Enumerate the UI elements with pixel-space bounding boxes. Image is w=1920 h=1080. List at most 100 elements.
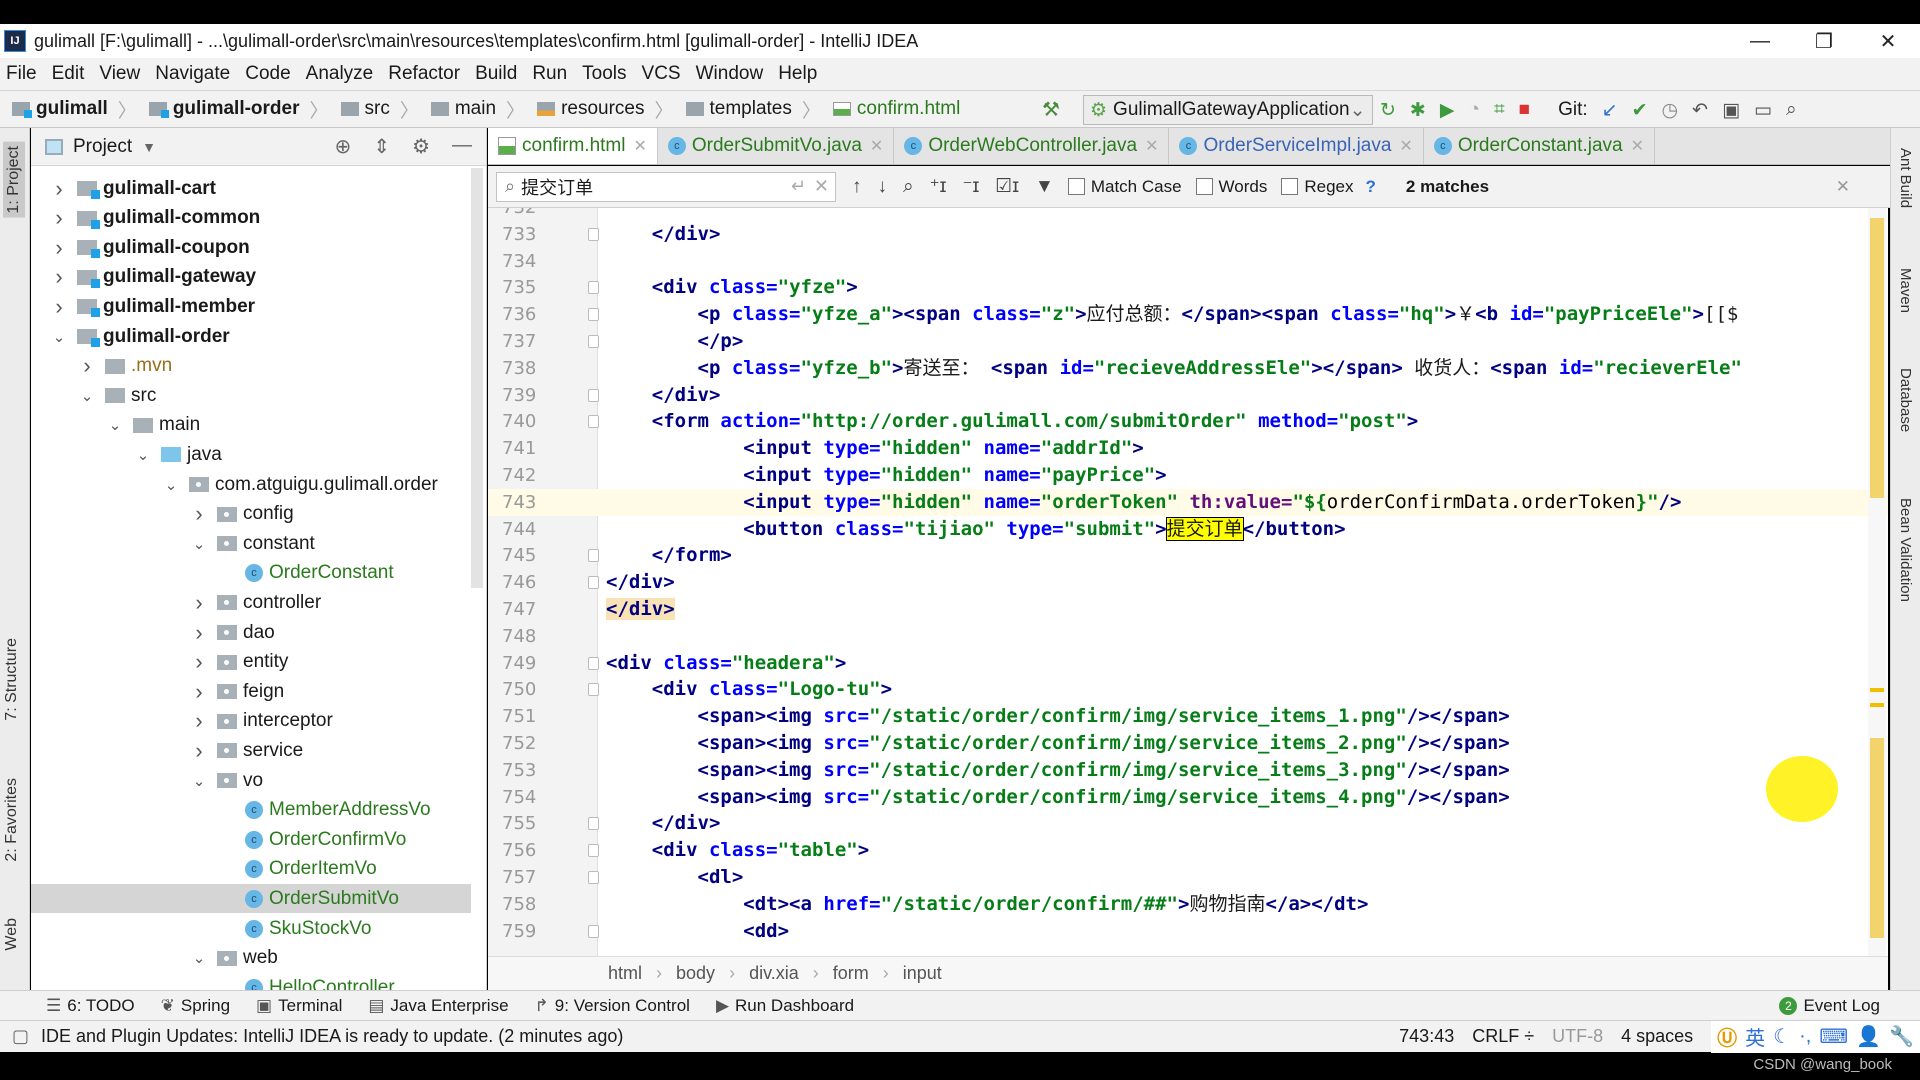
fold-marker-icon[interactable] bbox=[588, 871, 599, 884]
tree-item[interactable]: c OrderItemVo bbox=[31, 855, 377, 884]
favorites-tool-tab[interactable]: 2: Favorites bbox=[3, 778, 21, 862]
close-button[interactable]: ✕ bbox=[1856, 29, 1920, 54]
structure-tool-tab[interactable]: 7: Structure bbox=[3, 638, 21, 721]
fold-marker-icon[interactable] bbox=[588, 388, 599, 402]
chevron-down-icon[interactable]: ⌄ bbox=[161, 476, 181, 494]
ime-logo-icon[interactable]: Ⓤ bbox=[1717, 1022, 1737, 1051]
chevron-down-icon[interactable]: ⌄ bbox=[189, 949, 209, 967]
code-line[interactable]: 742 <input type="hidden" name="payPrice"… bbox=[488, 462, 1888, 489]
menu-edit[interactable]: Edit bbox=[52, 63, 85, 85]
menu-analyze[interactable]: Analyze bbox=[306, 63, 374, 85]
vcs-revert-icon[interactable]: ↶ bbox=[1692, 99, 1708, 122]
search-everywhere-icon[interactable]: ⌕ bbox=[1786, 99, 1797, 121]
code-line[interactable]: 755 </div> bbox=[488, 810, 1888, 837]
match-case-checkbox[interactable]: Match Case bbox=[1067, 177, 1182, 197]
ime-user-icon[interactable]: 👤 bbox=[1856, 1024, 1881, 1049]
debug-icon[interactable]: ✱ bbox=[1410, 99, 1426, 122]
tree-item[interactable]: ⌄ java bbox=[31, 440, 222, 469]
new-line-icon[interactable]: ↵ bbox=[791, 176, 806, 197]
code-line[interactable]: 754 <span><img src="/static/order/confir… bbox=[488, 784, 1888, 811]
tree-scrollbar[interactable] bbox=[471, 168, 483, 588]
editor-tab[interactable]: confirm.html ✕ bbox=[488, 128, 658, 164]
chevron-right-icon[interactable]: › bbox=[189, 708, 209, 734]
code-line[interactable]: 752 <span><img src="/static/order/confir… bbox=[488, 730, 1888, 757]
editor-crumb[interactable]: div.xia bbox=[749, 963, 799, 984]
line-separator[interactable]: CRLF ÷ bbox=[1472, 1026, 1534, 1047]
regex-checkbox[interactable]: Regex bbox=[1281, 177, 1354, 197]
close-find-icon[interactable]: ✕ bbox=[1836, 177, 1850, 197]
fold-marker-icon[interactable] bbox=[588, 576, 599, 590]
nav-crumb[interactable]: confirm.html bbox=[832, 98, 960, 120]
close-tab-icon[interactable]: ✕ bbox=[870, 136, 883, 156]
maven-tab[interactable]: Maven bbox=[1897, 268, 1914, 313]
tree-item[interactable]: c MemberAddressVo bbox=[31, 796, 431, 825]
chevron-down-icon[interactable]: ⌄ bbox=[77, 387, 97, 405]
nav-crumb[interactable]: src 〉 bbox=[340, 96, 419, 123]
indent-setting[interactable]: 4 spaces bbox=[1621, 1026, 1693, 1047]
tool-window-button[interactable]: ▶ Run Dashboard bbox=[716, 996, 854, 1016]
chevron-down-icon[interactable]: ⌄ bbox=[189, 772, 209, 790]
menu-window[interactable]: Window bbox=[696, 63, 764, 85]
database-tab[interactable]: Database bbox=[1897, 368, 1914, 432]
code-line[interactable]: 744 <button class="tijiao" type="submit"… bbox=[488, 516, 1888, 543]
code-editor[interactable]: 732733 </div>734735 <div class="yfze">73… bbox=[488, 208, 1888, 956]
restore-button[interactable]: ❐ bbox=[1792, 29, 1856, 54]
chevron-right-icon[interactable]: › bbox=[189, 738, 209, 764]
code-line[interactable]: 749 <div class="headera"> bbox=[488, 650, 1888, 677]
nav-crumb[interactable]: gulimall 〉 bbox=[12, 96, 137, 123]
editor-crumb[interactable]: input bbox=[903, 963, 942, 984]
build-hammer-icon[interactable]: ⚒ bbox=[1042, 97, 1060, 122]
chevron-down-icon[interactable]: ▼ bbox=[142, 139, 156, 155]
chevron-right-icon[interactable]: › bbox=[189, 620, 209, 646]
editor-tab[interactable]: c OrderConstant.java ✕ bbox=[1424, 128, 1655, 164]
project-panel-title[interactable]: Project bbox=[73, 136, 132, 158]
ant-build-tab[interactable]: Ant Build bbox=[1897, 148, 1914, 208]
profile-icon[interactable]: ◔ bbox=[1468, 99, 1479, 121]
fold-marker-icon[interactable] bbox=[588, 683, 599, 697]
tree-item[interactable]: c OrderSubmitVo bbox=[31, 884, 471, 914]
editor-error-stripe[interactable] bbox=[1868, 208, 1886, 956]
rerun-icon[interactable]: ↻ bbox=[1380, 99, 1396, 122]
code-line[interactable]: 758 <dt><a href="/static/order/confirm/#… bbox=[488, 891, 1888, 918]
code-line[interactable]: 740 <form action="http://order.gulimall.… bbox=[488, 408, 1888, 435]
status-message[interactable]: IDE and Plugin Updates: IntelliJ IDEA is… bbox=[41, 1026, 1399, 1047]
tool-window-button[interactable]: ▣ Terminal bbox=[256, 996, 342, 1016]
code-line[interactable]: 750 <div class="Logo-tu"> bbox=[488, 676, 1888, 703]
tree-item[interactable]: ⌄ gulimall-order bbox=[31, 322, 230, 351]
tree-item[interactable]: › gulimall-gateway bbox=[31, 263, 256, 292]
layout-icon[interactable]: ▭ bbox=[1754, 99, 1772, 122]
tool-window-button[interactable]: ▤ Java Enterprise bbox=[368, 996, 508, 1016]
code-line[interactable]: 747 </div> bbox=[488, 596, 1888, 623]
project-structure-icon[interactable]: ▣ bbox=[1722, 99, 1740, 122]
fold-marker-icon[interactable] bbox=[588, 335, 599, 348]
fold-marker-icon[interactable] bbox=[588, 227, 599, 241]
tree-item[interactable]: › .mvn bbox=[31, 352, 172, 381]
chevron-right-icon[interactable]: › bbox=[49, 205, 69, 231]
regex-help-icon[interactable]: ? bbox=[1366, 177, 1376, 197]
chevron-right-icon[interactable]: › bbox=[49, 235, 69, 261]
tree-item[interactable]: ⌄ web bbox=[31, 944, 278, 973]
code-line[interactable]: 733 </div> bbox=[488, 221, 1888, 248]
editor-tab[interactable]: c OrderServiceImpl.java ✕ bbox=[1169, 128, 1424, 164]
vcs-commit-icon[interactable]: ✔ bbox=[1632, 99, 1648, 122]
chevron-right-icon[interactable]: › bbox=[49, 294, 69, 320]
fold-marker-icon[interactable] bbox=[588, 549, 599, 563]
menu-file[interactable]: File bbox=[6, 63, 37, 85]
chevron-right-icon[interactable]: › bbox=[189, 679, 209, 705]
code-line[interactable]: 745 </form> bbox=[488, 542, 1888, 569]
find-input[interactable]: ⌕ 提交订单 ↵ ✕ bbox=[496, 171, 836, 202]
tool-window-button[interactable]: ❦ Spring bbox=[161, 996, 230, 1016]
fold-marker-icon[interactable] bbox=[588, 924, 599, 938]
chevron-down-icon[interactable]: ⌄ bbox=[105, 416, 125, 434]
tree-item[interactable]: c OrderConfirmVo bbox=[31, 825, 406, 854]
clear-icon[interactable]: ✕ bbox=[814, 176, 829, 197]
tree-item[interactable]: › gulimall-common bbox=[31, 204, 260, 233]
tree-item[interactable]: › config bbox=[31, 500, 293, 529]
chevron-down-icon[interactable]: ⌄ bbox=[49, 328, 69, 346]
next-occurrence-icon[interactable]: ↓ bbox=[878, 176, 888, 198]
remove-selection-icon[interactable]: ⁻ɪ bbox=[962, 175, 979, 198]
collapse-all-icon[interactable]: ⇕ bbox=[373, 134, 390, 159]
code-line[interactable]: 743 <input type="hidden" name="orderToke… bbox=[488, 488, 1888, 516]
code-line[interactable]: 746 </div> bbox=[488, 569, 1888, 596]
chevron-down-icon[interactable]: ⌄ bbox=[189, 535, 209, 553]
